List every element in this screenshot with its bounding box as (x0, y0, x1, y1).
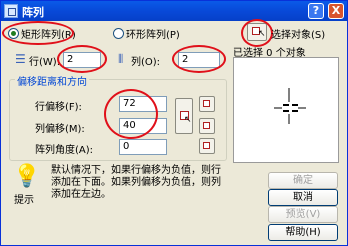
help-title-button[interactable]: ? (308, 3, 324, 19)
pick-col-offset-button[interactable] (199, 118, 215, 134)
polar-array-radio[interactable] (113, 28, 124, 39)
pick-col-icon (203, 122, 210, 129)
rect-array-label[interactable]: 矩形阵列(R) (21, 26, 76, 41)
columns-icon: ⦀ (118, 52, 124, 66)
lightbulb-icon: 💡 (13, 164, 41, 189)
preview-cell (283, 104, 289, 106)
col-offset-input[interactable]: 40 (119, 118, 167, 134)
rect-array-radio[interactable] (8, 28, 19, 39)
ok-button[interactable]: 确定 (268, 172, 338, 189)
rows-input[interactable]: 2 (63, 52, 101, 68)
rows-label: 行(W): (29, 57, 61, 68)
pick-angle-button[interactable] (199, 138, 215, 154)
preview-button[interactable]: 预览(V) (268, 206, 338, 223)
tip-label: 提示 (14, 195, 34, 206)
preview-cell (292, 110, 298, 112)
cursor-icon: ↖ (258, 29, 266, 39)
preview-pane (233, 57, 339, 163)
col-offset-label: 列偏移(M): (35, 124, 85, 135)
window-title: 阵列 (22, 6, 44, 19)
array-preview (274, 88, 306, 124)
pick-row-icon (203, 100, 210, 107)
cursor-icon: ↖ (184, 115, 192, 125)
row-offset-input[interactable]: 72 (119, 96, 167, 112)
cancel-button[interactable]: 取消 (268, 189, 338, 206)
help-button[interactable]: 帮助(H) (268, 224, 338, 241)
rows-icon: ☰ (15, 52, 26, 66)
tip-text: 默认情况下，如果行偏移为负值，则行添加在下面。如果列偏移为负值，则列添加在左边。 (51, 165, 221, 200)
columns-input[interactable]: 2 (178, 52, 220, 68)
array-angle-label: 阵列角度(A): (35, 145, 94, 156)
offset-group-title: 偏移距离和方向 (15, 73, 89, 88)
pick-both-offsets-button[interactable]: ↖ (175, 98, 193, 134)
columns-label: 列(O): (131, 57, 161, 68)
close-button[interactable]: X (328, 3, 344, 19)
select-objects-button[interactable]: ↖ (247, 23, 267, 41)
preview-cell (292, 104, 298, 106)
array-dialog: 阵列 ? X 矩形阵列(R) 环形阵列(P) ↖ 选择对象(S) 已选择 0 个… (0, 0, 348, 246)
pick-row-offset-button[interactable] (199, 96, 215, 112)
preview-cell (283, 110, 289, 112)
array-angle-input[interactable]: 0 (119, 139, 167, 155)
select-objects-label: 选择对象(S) (271, 30, 326, 41)
row-offset-label: 行偏移(F): (35, 102, 82, 113)
polar-array-label[interactable]: 环形阵列(P) (126, 26, 180, 41)
pick-angle-icon (203, 142, 210, 149)
app-icon (4, 4, 18, 18)
title-bar: 阵列 ? X (1, 1, 347, 21)
